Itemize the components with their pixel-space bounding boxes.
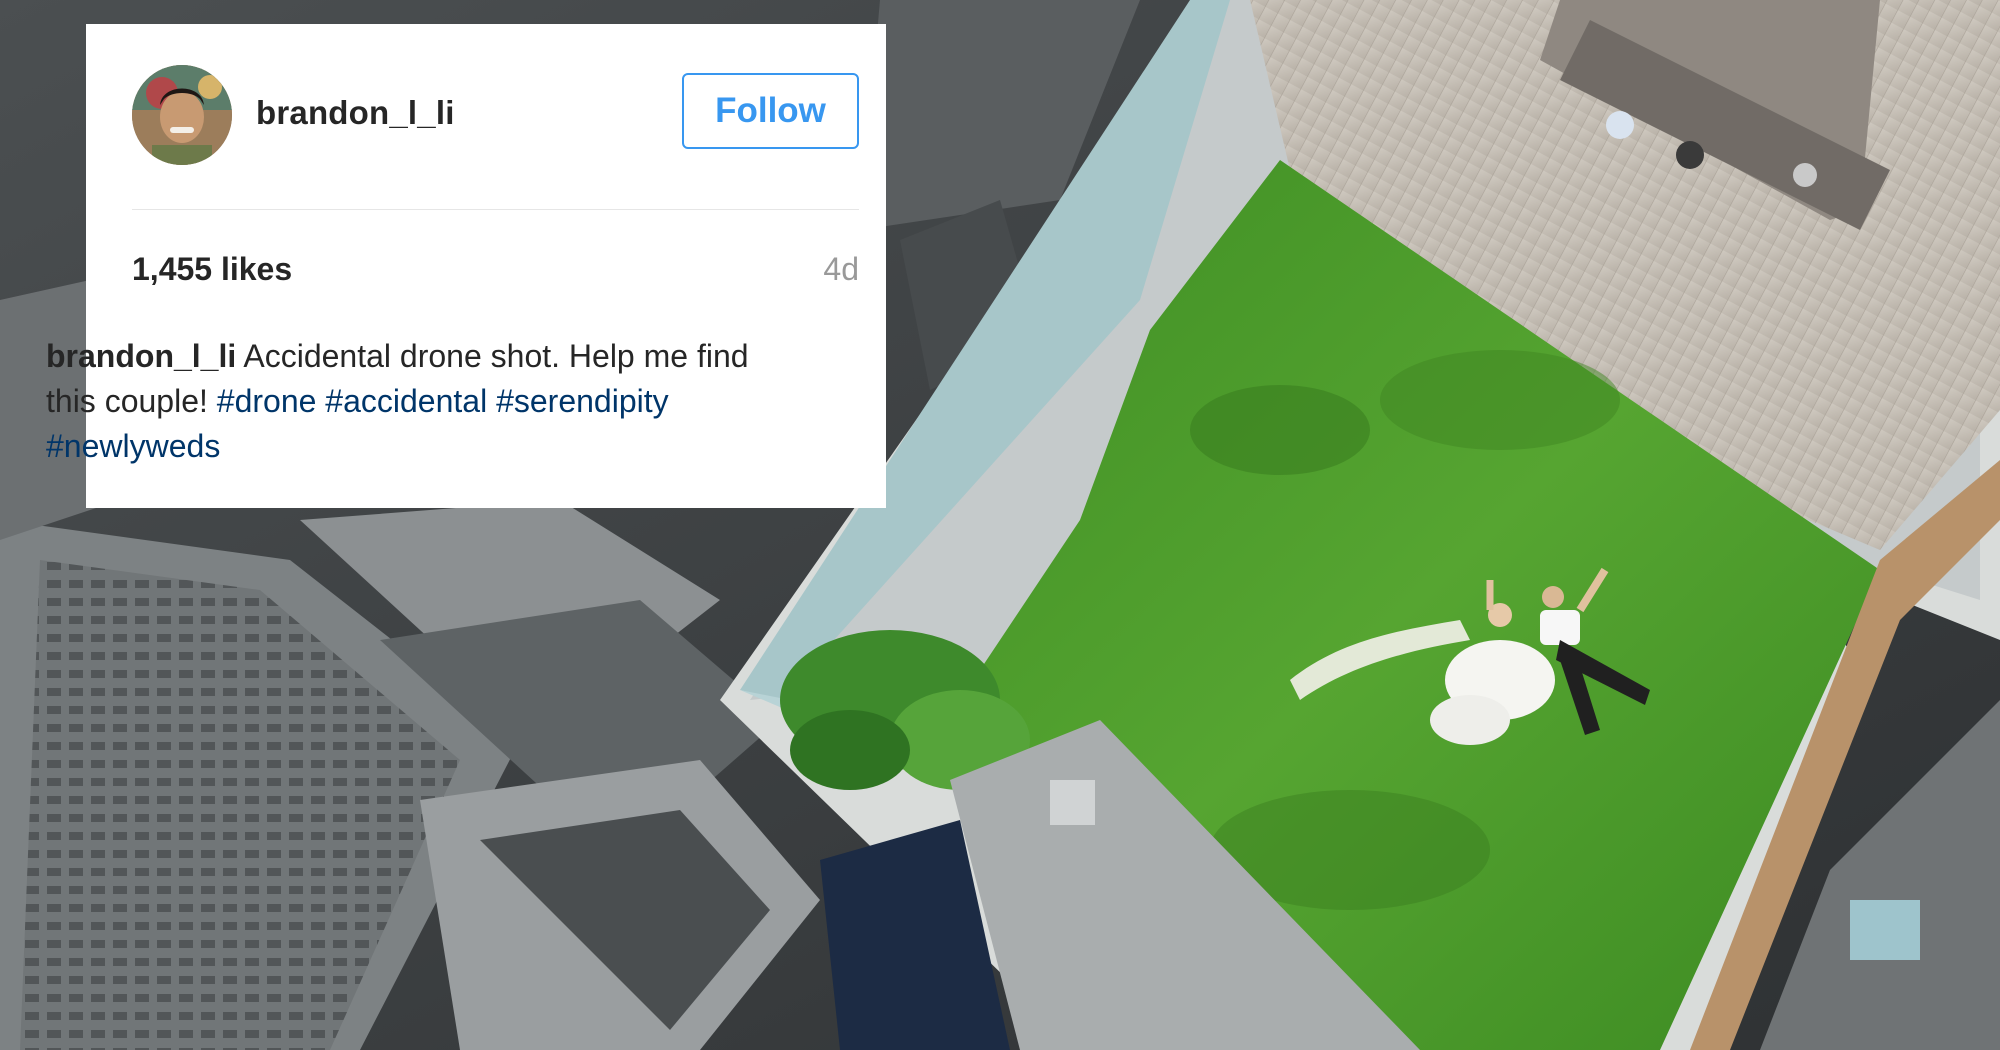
post-screenshot: brandon_l_li Follow 1,455 likes 4d brand… <box>0 0 2000 1050</box>
post-caption: brandon_l_li Accidental drone shot. Help… <box>46 334 773 469</box>
caption-username[interactable]: brandon_l_li <box>46 338 236 374</box>
post-age[interactable]: 4d <box>823 251 859 288</box>
likes-count[interactable]: 1,455 likes <box>132 251 292 288</box>
profile-photo-icon <box>132 65 232 165</box>
hashtag-serendipity[interactable]: #serendipity <box>496 383 669 419</box>
follow-button[interactable]: Follow <box>682 73 859 149</box>
avatar[interactable] <box>132 65 232 165</box>
hashtag-drone[interactable]: #drone <box>217 383 317 419</box>
post-username[interactable]: brandon_l_li <box>256 94 455 132</box>
hashtag-accidental[interactable]: #accidental <box>325 383 487 419</box>
post-header: brandon_l_li Follow <box>132 24 859 210</box>
likes-row: 1,455 likes 4d <box>132 210 859 290</box>
hashtag-newlyweds[interactable]: #newlyweds <box>46 428 220 464</box>
